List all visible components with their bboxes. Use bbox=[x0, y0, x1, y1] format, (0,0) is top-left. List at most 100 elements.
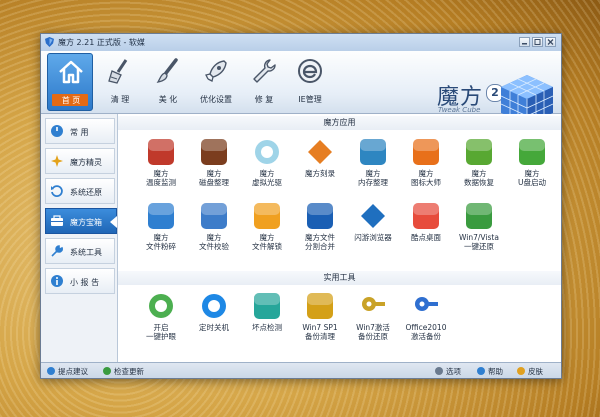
icon-master-icon bbox=[412, 138, 440, 166]
app-tile[interactable]: 魔方 文件粉碎 bbox=[134, 202, 188, 252]
help-icon bbox=[477, 367, 485, 375]
nav-beautify-label: 美 化 bbox=[158, 95, 178, 104]
nav-clean-label: 清 理 bbox=[110, 95, 130, 104]
sidebar-item-wizard[interactable]: 魔方精灵 bbox=[45, 148, 115, 174]
shield-icon bbox=[45, 37, 54, 47]
browser-icon bbox=[359, 202, 387, 230]
tool-tile[interactable]: 开启 一键护眼 bbox=[134, 292, 188, 342]
ie-icon bbox=[298, 59, 322, 83]
logo-subtitle: Tweak Cube bbox=[438, 106, 481, 114]
package-icon bbox=[306, 292, 334, 320]
file-check-icon bbox=[200, 202, 228, 230]
nav-clean[interactable]: 清 理 bbox=[97, 53, 143, 111]
toolbox-icon bbox=[51, 215, 63, 226]
suggest-link[interactable]: 提点建议 bbox=[47, 366, 88, 377]
app-tile[interactable]: 魔方 内存整理 bbox=[346, 138, 400, 188]
tile-sublabel: 虚拟光驱 bbox=[252, 178, 282, 187]
sidebar-item-common[interactable]: 常 用 bbox=[45, 118, 115, 144]
title-bar[interactable]: 魔方 2.21 正式版 - 软媒 bbox=[41, 34, 561, 51]
app-tile[interactable]: 魔方 U盘启动 bbox=[505, 138, 559, 188]
nav-beautify[interactable]: 美 化 bbox=[145, 53, 191, 111]
nav-ie[interactable]: IE管理 bbox=[287, 53, 333, 111]
nav-optimize[interactable]: 优化设置 bbox=[193, 53, 239, 111]
check-update-link[interactable]: 检查更新 bbox=[103, 366, 144, 377]
app-tile[interactable]: 魔方 数据恢复 bbox=[452, 138, 506, 188]
nav-ie-label: IE管理 bbox=[298, 95, 322, 104]
edit-icon bbox=[47, 367, 55, 375]
home-icon bbox=[59, 60, 83, 84]
gear-icon bbox=[435, 367, 443, 375]
info-icon bbox=[51, 275, 63, 287]
eye-icon bbox=[147, 292, 175, 320]
sidebar-label: 小 报 告 bbox=[70, 278, 100, 287]
burn-icon bbox=[306, 138, 334, 166]
tools-icon bbox=[51, 245, 63, 257]
top-navigation: 首 页 清 理 美 化 优化设置 修 复 IE管理 魔方 2 Tweak Cub… bbox=[41, 51, 561, 123]
sidebar-label: 系统工具 bbox=[70, 248, 102, 257]
sidebar: 常 用 魔方精灵 系统还原 魔方宝箱 系统工具 小 报 告 bbox=[41, 114, 118, 362]
split-merge-icon bbox=[306, 202, 334, 230]
gauge-icon bbox=[51, 125, 63, 137]
app-tile[interactable]: 酷点桌面 bbox=[399, 202, 453, 252]
section-title-tools: 实用工具 bbox=[118, 271, 561, 285]
nav-home[interactable]: 首 页 bbox=[47, 53, 93, 111]
sidebar-item-toolbox[interactable]: 魔方宝箱 bbox=[45, 208, 117, 234]
options-button[interactable]: 选项 bbox=[435, 366, 461, 377]
palette-icon bbox=[517, 367, 525, 375]
tile-sublabel: 分割合并 bbox=[305, 242, 335, 251]
app-tile[interactable]: 魔方 温度监测 bbox=[134, 138, 188, 188]
app-tile[interactable]: 魔方 文件校验 bbox=[187, 202, 241, 252]
app-tile[interactable]: 闪游浏览器 bbox=[346, 202, 400, 252]
app-tile[interactable]: Win7/Vista 一键还原 bbox=[452, 202, 506, 252]
tool-tile[interactable]: 定时关机 bbox=[187, 292, 241, 342]
sidebar-label: 系统还原 bbox=[70, 188, 102, 197]
nav-home-label: 首 页 bbox=[61, 96, 81, 105]
tool-tile[interactable]: 坏点检测 bbox=[240, 292, 294, 342]
tile-sublabel: 一键还原 bbox=[464, 242, 494, 251]
sidebar-item-system-tools[interactable]: 系统工具 bbox=[45, 238, 115, 264]
tool-tile[interactable]: Win7 SP1 备份清理 bbox=[293, 292, 347, 342]
rocket-icon bbox=[205, 60, 227, 82]
section-title-apps: 魔方应用 bbox=[118, 116, 561, 130]
help-button[interactable]: 帮助 bbox=[477, 366, 503, 377]
close-button[interactable] bbox=[545, 37, 556, 47]
window-title: 魔方 2.21 正式版 - 软媒 bbox=[58, 38, 145, 47]
app-tile[interactable]: 魔方 图标大师 bbox=[399, 138, 453, 188]
restore-icon bbox=[51, 185, 63, 197]
broom-icon bbox=[108, 59, 128, 84]
tool-tile[interactable]: Win7激活 备份还原 bbox=[346, 292, 400, 342]
minimize-button[interactable] bbox=[519, 37, 530, 47]
tool-tile[interactable]: Office2010 激活备份 bbox=[399, 292, 453, 342]
nav-repair[interactable]: 修 复 bbox=[241, 53, 287, 111]
status-bar: 提点建议 检查更新 选项 帮助 皮肤 bbox=[41, 362, 561, 378]
main-panel: 魔方应用 魔方 温度监测 魔方 磁盘整理 魔方 虚拟光驱 魔方刻录 魔方 内存整理 魔方 图标大师魔… bbox=[118, 114, 561, 362]
power-icon bbox=[200, 292, 228, 320]
disk-icon bbox=[200, 138, 228, 166]
wrench-icon bbox=[253, 59, 276, 83]
app-tile[interactable]: 魔方 虚拟光驱 bbox=[240, 138, 294, 188]
app-tile[interactable]: 魔方文件 分割合并 bbox=[293, 202, 347, 252]
cd-icon bbox=[253, 138, 281, 166]
key-icon bbox=[359, 292, 387, 320]
sidebar-label: 常 用 bbox=[70, 128, 89, 137]
nav-repair-label: 修 复 bbox=[254, 95, 274, 104]
brush-icon bbox=[156, 58, 178, 83]
memory-icon bbox=[359, 138, 387, 166]
maximize-button[interactable] bbox=[532, 37, 543, 47]
app-tile[interactable]: 魔方 文件解锁 bbox=[240, 202, 294, 252]
usb-icon bbox=[518, 138, 546, 166]
skin-button[interactable]: 皮肤 bbox=[517, 366, 543, 377]
app-tile[interactable]: 魔方刻录 bbox=[293, 138, 347, 188]
tile-sublabel: 一键护眼 bbox=[146, 332, 176, 341]
tile-sublabel: U盘启动 bbox=[518, 178, 546, 187]
sidebar-label: 魔方精灵 bbox=[70, 158, 102, 167]
sidebar-item-restore[interactable]: 系统还原 bbox=[45, 178, 115, 204]
shredder-icon bbox=[147, 202, 175, 230]
update-icon bbox=[103, 367, 111, 375]
one-key-restore-icon bbox=[465, 202, 493, 230]
app-tile[interactable]: 魔方 磁盘整理 bbox=[187, 138, 241, 188]
monitor-icon bbox=[253, 292, 281, 320]
sidebar-item-report[interactable]: 小 报 告 bbox=[45, 268, 115, 294]
data-recovery-icon bbox=[465, 138, 493, 166]
app-window: 魔方 2.21 正式版 - 软媒 首 页 清 理 美 化 优化设置 修 复 IE… bbox=[40, 33, 562, 379]
